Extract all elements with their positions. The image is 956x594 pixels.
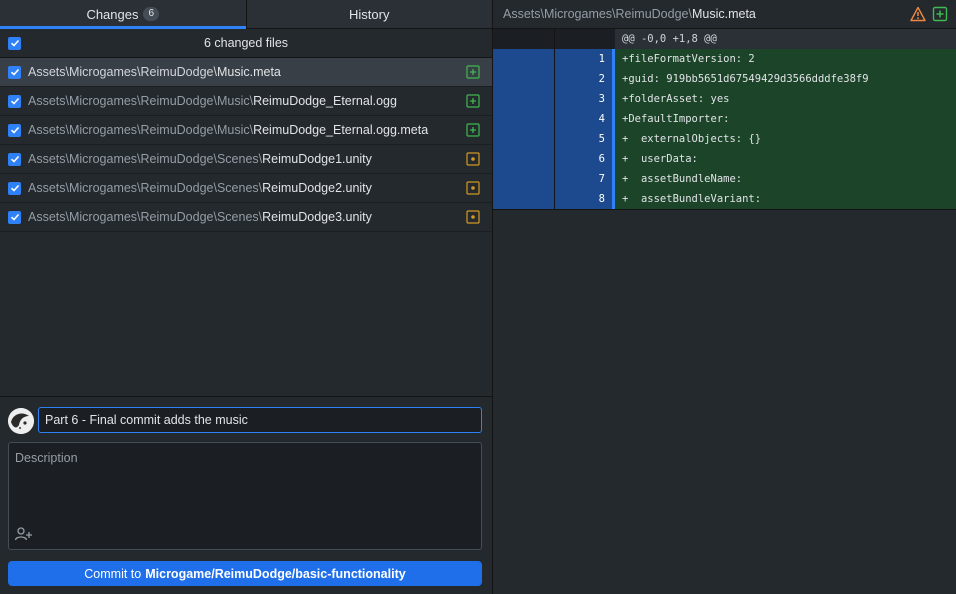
line-number: 6: [555, 149, 615, 169]
diff-header-name: Music.meta: [691, 7, 756, 21]
add-coauthor-icon: [14, 527, 32, 541]
file-checkbox[interactable]: [8, 210, 21, 224]
changed-files-header: 6 changed files: [0, 29, 492, 58]
file-dir: Assets\Microgames\ReimuDodge\Scenes\: [28, 210, 263, 224]
file-path: Assets\Microgames\ReimuDodge\Music\Reimu…: [28, 94, 466, 108]
diff-header-dir: Assets\Microgames\ReimuDodge\: [503, 7, 692, 21]
file-checkbox[interactable]: [8, 123, 21, 137]
diff-modified-icon: [466, 210, 480, 224]
diff-view[interactable]: @@ -0,0 +1,8 @@ 1 +fileFormatVersion: 2 2 +…: [493, 29, 956, 210]
file-checkbox[interactable]: [8, 65, 21, 79]
line-code: + assetBundleVariant:: [615, 189, 956, 209]
line-number: 2: [555, 69, 615, 89]
diff-added-line: 3 +folderAsset: yes: [493, 89, 956, 109]
file-dir: Assets\Microgames\ReimuDodge\Music\: [28, 94, 254, 108]
file-name: ReimuDodge_Eternal.ogg: [253, 94, 397, 108]
check-icon: [10, 39, 19, 47]
diff-added-line: 4 +DefaultImporter:: [493, 109, 956, 129]
file-checkbox[interactable]: [8, 181, 21, 195]
file-path: Assets\Microgames\ReimuDodge\Music\Reimu…: [28, 123, 466, 137]
diff-added-icon: [466, 123, 480, 137]
diff-pane: Assets\Microgames\ReimuDodge\ Music.meta…: [493, 0, 956, 594]
file-name: Music.meta: [216, 65, 281, 79]
file-name: ReimuDodge2.unity: [262, 181, 372, 195]
diff-added-icon: [466, 94, 480, 108]
line-code: +guid: 919bb5651d67549429d3566dddfe38f9: [615, 69, 956, 89]
line-code: + assetBundleName:: [615, 169, 956, 189]
file-dir: Assets\Microgames\ReimuDodge\Scenes\: [28, 181, 263, 195]
file-dir: Assets\Microgames\ReimuDodge\: [28, 65, 217, 79]
commit-description-box: [8, 442, 482, 550]
diff-added-line: 5 + externalObjects: {}: [493, 129, 956, 149]
add-coauthor-button[interactable]: [13, 525, 35, 543]
file-name: ReimuDodge3.unity: [262, 210, 372, 224]
tab-changes-label: Changes: [86, 6, 139, 22]
diff-added-icon: [466, 65, 480, 79]
tab-history[interactable]: History: [245, 0, 492, 28]
tab-history-label: History: [349, 6, 390, 22]
line-code: + externalObjects: {}: [615, 129, 956, 149]
diff-header: Assets\Microgames\ReimuDodge\ Music.meta: [493, 0, 956, 29]
file-row[interactable]: Assets\Microgames\ReimuDodge\Scenes\Reim…: [0, 145, 492, 174]
check-icon: [10, 68, 19, 76]
file-row[interactable]: Assets\Microgames\ReimuDodge\Music.meta: [0, 58, 492, 87]
check-icon: [10, 155, 19, 163]
changes-count-badge: 6: [143, 7, 160, 21]
file-path: Assets\Microgames\ReimuDodge\Scenes\Reim…: [28, 181, 466, 195]
line-code: +fileFormatVersion: 2: [615, 49, 956, 69]
diff-hunk-header: @@ -0,0 +1,8 @@: [493, 29, 956, 49]
line-code: +folderAsset: yes: [615, 89, 956, 109]
file-list: Assets\Microgames\ReimuDodge\Music.meta A…: [0, 58, 492, 232]
commit-area: Commit to Microgame/ReimuDodge/basic-fun…: [0, 396, 492, 594]
commit-button[interactable]: Commit to Microgame/ReimuDodge/basic-fun…: [8, 561, 482, 586]
file-dir: Assets\Microgames\ReimuDodge\Music\: [28, 123, 254, 137]
check-icon: [10, 97, 19, 105]
file-row[interactable]: Assets\Microgames\ReimuDodge\Scenes\Reim…: [0, 203, 492, 232]
file-dir: Assets\Microgames\ReimuDodge\Scenes\: [28, 152, 263, 166]
tab-changes[interactable]: Changes 6: [0, 0, 246, 29]
diff-modified-icon: [466, 152, 480, 166]
commit-button-prefix: Commit to: [84, 566, 142, 581]
check-icon: [10, 126, 19, 134]
commit-button-branch: Microgame/ReimuDodge/basic-functionality: [145, 566, 406, 581]
commit-summary-input[interactable]: [38, 407, 482, 433]
check-icon: [10, 184, 19, 192]
line-number: 8: [555, 189, 615, 209]
file-row[interactable]: Assets\Microgames\ReimuDodge\Music\Reimu…: [0, 87, 492, 116]
line-number: 7: [555, 169, 615, 189]
diff-added-icon: [932, 6, 948, 22]
file-checkbox[interactable]: [8, 152, 21, 166]
hunk-text: @@ -0,0 +1,8 @@: [615, 29, 956, 49]
diff-added-line: 2 +guid: 919bb5651d67549429d3566dddfe38f9: [493, 69, 956, 89]
file-name: ReimuDodge1.unity: [262, 152, 372, 166]
file-path: Assets\Microgames\ReimuDodge\Scenes\Reim…: [28, 152, 466, 166]
avatar-image: [8, 408, 34, 434]
diff-added-line: 1 +fileFormatVersion: 2: [493, 49, 956, 69]
warning-icon[interactable]: [910, 6, 926, 22]
line-code: + userData:: [615, 149, 956, 169]
check-icon: [10, 213, 19, 221]
tab-bar: Changes 6 History: [0, 0, 492, 29]
diff-modified-icon: [466, 181, 480, 195]
file-path: Assets\Microgames\ReimuDodge\Scenes\Reim…: [28, 210, 466, 224]
file-checkbox[interactable]: [8, 94, 21, 108]
diff-added-line: 7 + assetBundleName:: [493, 169, 956, 189]
line-code: +DefaultImporter:: [615, 109, 956, 129]
line-number: 4: [555, 109, 615, 129]
line-number: 5: [555, 129, 615, 149]
file-row[interactable]: Assets\Microgames\ReimuDodge\Scenes\Reim…: [0, 174, 492, 203]
diff-added-line: 6 + userData:: [493, 149, 956, 169]
diff-added-line: 8 + assetBundleVariant:: [493, 189, 956, 209]
commit-description-field[interactable]: [9, 443, 481, 521]
changes-pane: Changes 6 History 6 changed files Assets…: [0, 0, 493, 594]
select-all-checkbox[interactable]: [8, 36, 21, 50]
line-number: 1: [555, 49, 615, 69]
avatar: [8, 408, 34, 434]
changed-files-count: 6 changed files: [203, 36, 289, 50]
file-path: Assets\Microgames\ReimuDodge\Music.meta: [28, 65, 466, 79]
line-number: 3: [555, 89, 615, 109]
file-row[interactable]: Assets\Microgames\ReimuDodge\Music\Reimu…: [0, 116, 492, 145]
file-name: ReimuDodge_Eternal.ogg.meta: [253, 123, 429, 137]
